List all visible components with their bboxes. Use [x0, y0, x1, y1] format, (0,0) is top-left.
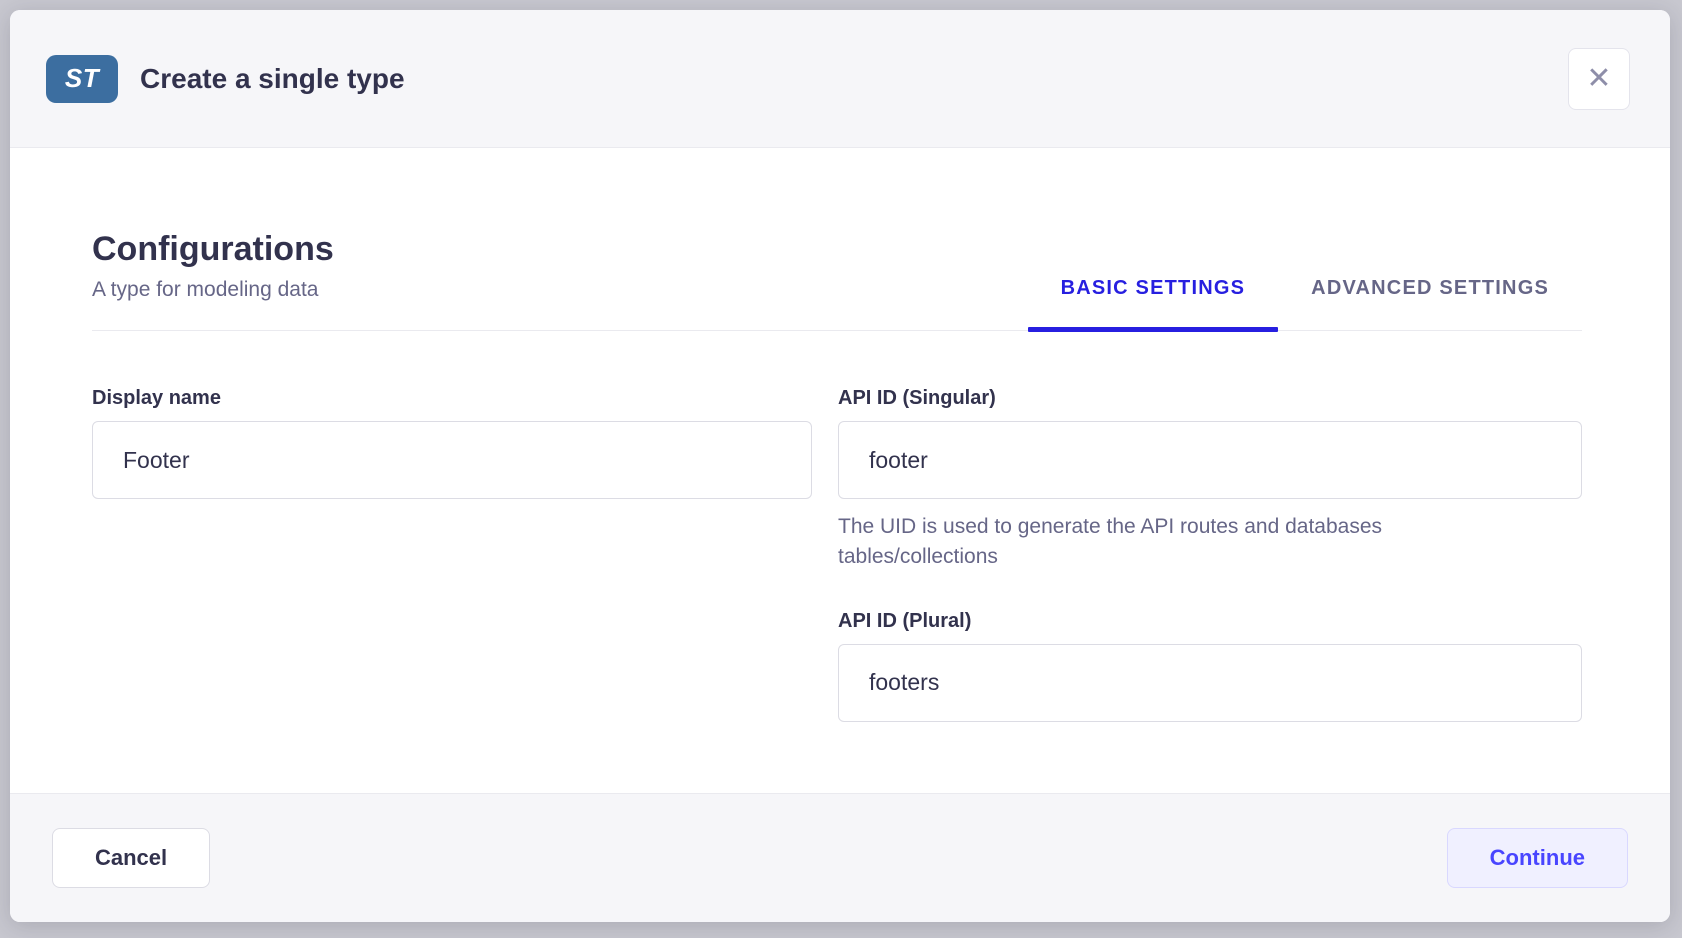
section-subtitle: A type for modeling data	[92, 278, 1028, 302]
configuration-form: Display name API ID (Singular) The UID i…	[92, 387, 1582, 722]
api-id-singular-hint: The UID is used to generate the API rout…	[838, 512, 1438, 572]
close-button[interactable]: ✕	[1568, 48, 1630, 110]
modal-footer: Cancel Continue	[10, 793, 1670, 922]
tab-basic-settings-label: BASIC SETTINGS	[1061, 277, 1246, 299]
api-id-singular-label: API ID (Singular)	[838, 387, 1582, 410]
section-titles: Configurations A type for modeling data	[92, 230, 1028, 330]
tab-list: BASIC SETTINGS ADVANCED SETTINGS	[1028, 277, 1582, 330]
form-column-left: Display name	[92, 387, 812, 722]
modal-title: Create a single type	[140, 63, 405, 95]
api-id-plural-input[interactable]	[838, 644, 1582, 722]
single-type-badge: ST	[46, 55, 118, 103]
continue-button[interactable]: Continue	[1447, 828, 1628, 888]
display-name-input[interactable]	[92, 421, 812, 499]
modal-body: Configurations A type for modeling data …	[10, 148, 1670, 793]
active-tab-indicator	[1028, 327, 1279, 332]
cancel-button[interactable]: Cancel	[52, 828, 210, 888]
api-id-plural-label: API ID (Plural)	[838, 610, 1582, 633]
api-id-plural-group: API ID (Plural)	[838, 610, 1582, 722]
display-name-label: Display name	[92, 387, 812, 410]
section-header: Configurations A type for modeling data …	[92, 230, 1582, 331]
modal-overlay: ST Create a single type ✕ Configurations…	[0, 0, 1682, 938]
tab-advanced-settings-label: ADVANCED SETTINGS	[1311, 277, 1549, 299]
section-title: Configurations	[92, 230, 1028, 269]
form-column-right: API ID (Singular) The UID is used to gen…	[838, 387, 1582, 722]
create-single-type-modal: ST Create a single type ✕ Configurations…	[10, 10, 1670, 922]
modal-header: ST Create a single type ✕	[10, 10, 1670, 148]
close-icon: ✕	[1586, 64, 1611, 94]
tab-basic-settings[interactable]: BASIC SETTINGS	[1028, 277, 1279, 330]
api-id-singular-input[interactable]	[838, 421, 1582, 499]
tab-advanced-settings[interactable]: ADVANCED SETTINGS	[1278, 277, 1582, 330]
